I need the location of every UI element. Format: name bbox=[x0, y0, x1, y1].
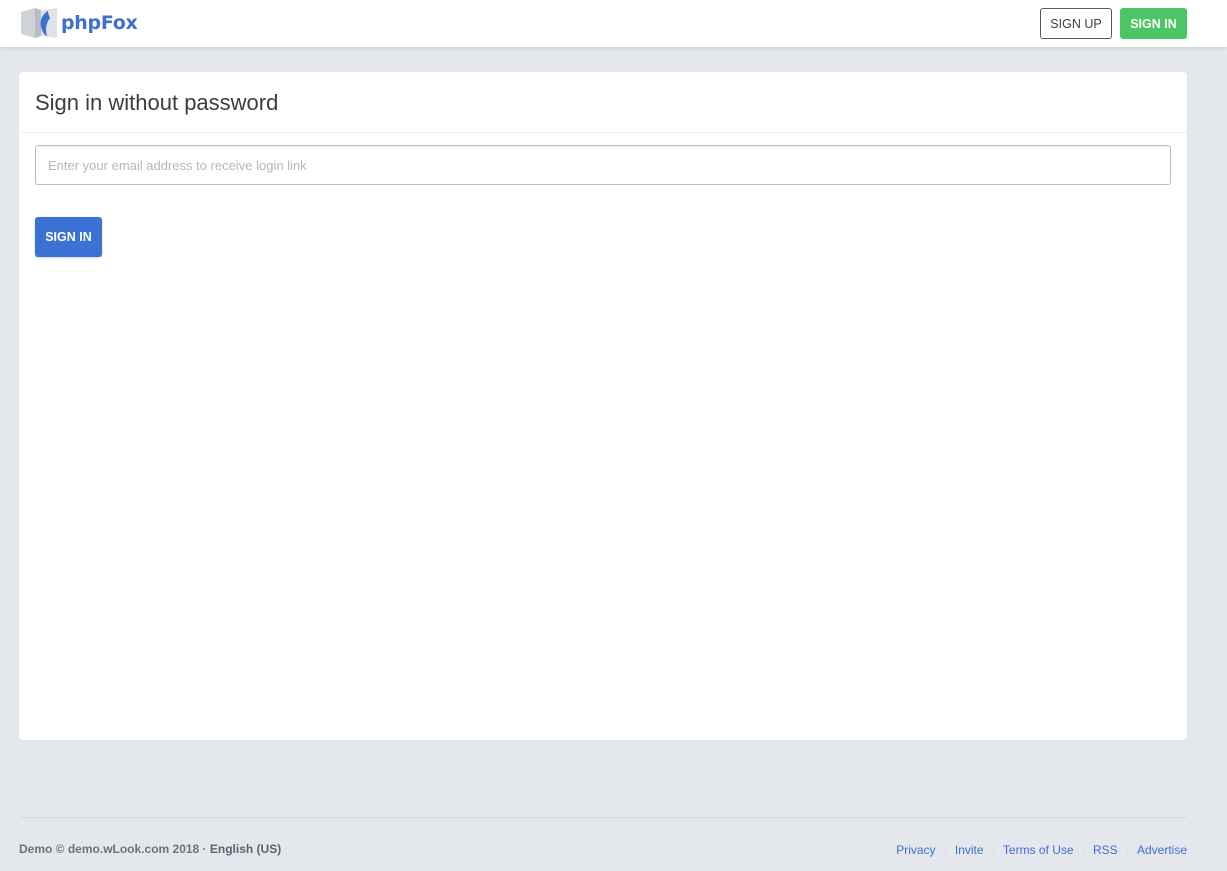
footer-link-invite[interactable]: Invite bbox=[955, 843, 984, 857]
footer-links: Privacy · Invite · Terms of Use · RSS · … bbox=[896, 843, 1187, 857]
footer-link-advertise[interactable]: Advertise bbox=[1137, 843, 1187, 857]
footer-separator: · bbox=[943, 844, 947, 856]
brand-name: phpFox bbox=[61, 12, 138, 34]
top-navbar: phpFox SIGN UP SIGN IN bbox=[0, 0, 1227, 47]
logo[interactable]: phpFox bbox=[19, 6, 138, 40]
email-input[interactable] bbox=[35, 145, 1171, 185]
sign-in-card: Sign in without password SIGN IN bbox=[19, 72, 1187, 740]
phpfox-logo-icon bbox=[21, 8, 57, 38]
copyright-text: Demo © demo.wLook.com 2018 · bbox=[19, 842, 210, 856]
card-divider bbox=[19, 132, 1187, 133]
footer-divider bbox=[19, 817, 1187, 818]
sign-in-submit-button[interactable]: SIGN IN bbox=[35, 217, 102, 257]
page-title: Sign in without password bbox=[35, 90, 279, 115]
sign-in-header-button[interactable]: SIGN IN bbox=[1120, 8, 1187, 39]
footer-link-privacy[interactable]: Privacy bbox=[896, 843, 935, 857]
language-selector[interactable]: English (US) bbox=[210, 842, 281, 856]
footer-link-rss[interactable]: RSS bbox=[1093, 843, 1118, 857]
footer-separator: · bbox=[991, 844, 995, 856]
footer-separator: · bbox=[1081, 844, 1085, 856]
sign-up-button[interactable]: SIGN UP bbox=[1040, 8, 1112, 39]
footer-link-terms[interactable]: Terms of Use bbox=[1003, 843, 1074, 857]
footer-separator: · bbox=[1125, 844, 1129, 856]
footer-copyright: Demo © demo.wLook.com 2018 · English (US… bbox=[19, 842, 281, 856]
